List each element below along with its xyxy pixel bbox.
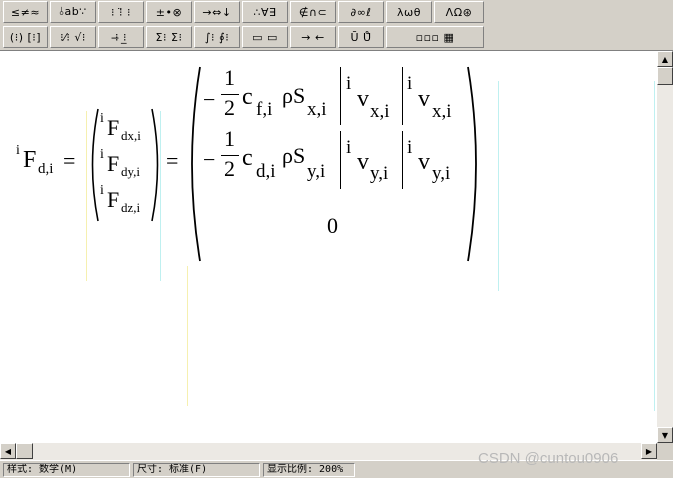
row1-abs-bar-right — [402, 67, 403, 125]
vec-x-subscript: dx,i — [121, 128, 141, 143]
guide-line — [498, 81, 499, 291]
integral-templates-button[interactable]: ∫⁝ ∮⁝ — [194, 26, 240, 48]
row1-area-subscript: x,i — [307, 99, 327, 120]
row2-velocity-subscript: y,i — [432, 163, 451, 184]
scroll-down-arrow-icon[interactable]: ▼ — [657, 427, 673, 443]
labeled-arrow-templates-button[interactable]: → ← — [290, 26, 336, 48]
summation-templates-button[interactable]: Σ⁝ Σ⁝ — [146, 26, 192, 48]
matrix-templates-button[interactable]: ▫▫▫ ▦ — [386, 26, 484, 48]
row1-abs-subscript: x,i — [370, 101, 390, 122]
fraction-radical-templates-button[interactable]: ⁝⁄⁝ √⁝ — [50, 26, 96, 48]
row2-abs-subscript: y,i — [370, 163, 389, 184]
toolbar-empty-area — [486, 0, 673, 50]
row1-velocity-presuperscript: i — [407, 73, 413, 94]
vec-z-presuperscript: i — [100, 183, 104, 198]
row1-abs-velocity: v — [357, 86, 369, 112]
scroll-right-arrow-icon[interactable]: ▶ — [641, 443, 657, 459]
row1-density-area: ρS — [282, 83, 306, 108]
row2-velocity-presuperscript: i — [407, 137, 413, 158]
toolbar-row-symbols: ≤≠≈ ⫰ab∵ ⁝ ⁝̈ ⁝ ±•⊗ →⇔↓ ∴∀∃ ∉∩⊂ ∂∞ℓ λωθ … — [0, 1, 486, 25]
row3-zero: 0 — [327, 213, 338, 238]
lhs-presuperscript: i — [16, 143, 20, 158]
greek-lowercase-palette-button[interactable]: λωθ — [386, 1, 432, 23]
set-theory-palette-button[interactable]: ∉∩⊂ — [290, 1, 336, 23]
products-templates-button[interactable]: Ū Ů̇ — [338, 26, 384, 48]
row1-velocity: v — [418, 86, 430, 112]
row2-abs-bar-left — [340, 131, 341, 189]
row1-velocity-subscript: x,i — [432, 101, 452, 122]
row1-coefficient-symbol: c — [242, 84, 253, 110]
relations-palette-button[interactable]: ≤≠≈ — [3, 1, 48, 23]
watermark: CSDN @cuntou0906 — [478, 450, 619, 467]
row2-density-area: ρS — [282, 143, 306, 168]
symbol-toolbar: ≤≠≈ ⫰ab∵ ⁝ ⁝̈ ⁝ ±•⊗ →⇔↓ ∴∀∃ ∉∩⊂ ∂∞ℓ λωθ … — [0, 0, 673, 51]
embellishments-palette-button[interactable]: ⁝ ⁝̈ ⁝ — [98, 1, 144, 23]
scroll-up-arrow-icon[interactable]: ▲ — [657, 51, 673, 67]
row2-velocity: v — [418, 149, 430, 175]
row1-fraction-numerator: 1 — [224, 65, 235, 90]
arrows-palette-button[interactable]: →⇔↓ — [194, 1, 240, 23]
subscript-superscript-templates-button[interactable]: ⁝̶ ⁝̲ — [98, 26, 144, 48]
vec-z-subscript: dz,i — [121, 200, 141, 215]
equation-editing-area[interactable]: i F d,i = i F dx,i i F dy,i i F dz,i = −… — [0, 51, 657, 443]
vec-x-presuperscript: i — [100, 111, 104, 126]
equals-sign-1: = — [63, 148, 76, 173]
row2-abs-bar-right — [402, 131, 403, 189]
vertical-scroll-thumb[interactable] — [657, 67, 673, 85]
row1-minus-sign: − — [203, 87, 216, 112]
scroll-left-arrow-icon[interactable]: ◀ — [0, 443, 16, 459]
equals-sign-2: = — [166, 148, 179, 173]
row2-coefficient-symbol: c — [242, 145, 253, 171]
row2-coefficient-subscript: d,i — [256, 161, 276, 182]
lhs-force-symbol: F — [23, 147, 37, 173]
row2-abs-presuperscript: i — [346, 137, 352, 158]
status-style: 样式: 数学(M) — [3, 463, 130, 477]
row2-fraction-numerator: 1 — [224, 126, 235, 151]
logic-palette-button[interactable]: ∴∀∃ — [242, 1, 288, 23]
fence-templates-button[interactable]: (⁝) [⁝] — [3, 26, 48, 48]
underbar-overbar-templates-button[interactable]: ▭ ▭ — [242, 26, 288, 48]
vec-y-subscript: dy,i — [121, 164, 141, 179]
misc-symbols-palette-button[interactable]: ∂∞ℓ — [338, 1, 384, 23]
status-size: 尺寸: 标准(F) — [133, 463, 260, 477]
toolbar-row-templates: (⁝) [⁝] ⁝⁄⁝ √⁝ ⁝̶ ⁝̲ Σ⁝ Σ⁝ ∫⁝ ∮⁝ ▭ ▭ → ←… — [0, 26, 486, 50]
operators-palette-button[interactable]: ±•⊗ — [146, 1, 192, 23]
vec-x-force-symbol: F — [107, 115, 120, 140]
vertical-scrollbar[interactable]: ▲ ▼ — [657, 51, 673, 443]
lhs-subscript: d,i — [38, 161, 54, 177]
vec-y-presuperscript: i — [100, 147, 104, 162]
row1-fraction-denominator: 2 — [224, 95, 235, 120]
vec-z-force-symbol: F — [107, 187, 120, 212]
row2-minus-sign: − — [203, 147, 216, 172]
guide-line — [187, 266, 188, 406]
row1-coefficient-subscript: f,i — [256, 99, 273, 120]
status-zoom: 显示比例: 200% — [263, 463, 355, 477]
vec-y-force-symbol: F — [107, 151, 120, 176]
row1-abs-bar-left — [340, 67, 341, 125]
row2-area-subscript: y,i — [307, 161, 326, 182]
spaces-ellipses-palette-button[interactable]: ⫰ab∵ — [50, 1, 96, 23]
guide-line — [654, 81, 655, 411]
row1-abs-presuperscript: i — [346, 73, 352, 94]
horizontal-scroll-thumb[interactable] — [16, 443, 33, 459]
row2-abs-velocity: v — [357, 149, 369, 175]
row2-fraction-denominator: 2 — [224, 156, 235, 181]
greek-uppercase-palette-button[interactable]: ΛΩ⊛ — [434, 1, 484, 23]
scrollbar-corner — [657, 443, 673, 460]
